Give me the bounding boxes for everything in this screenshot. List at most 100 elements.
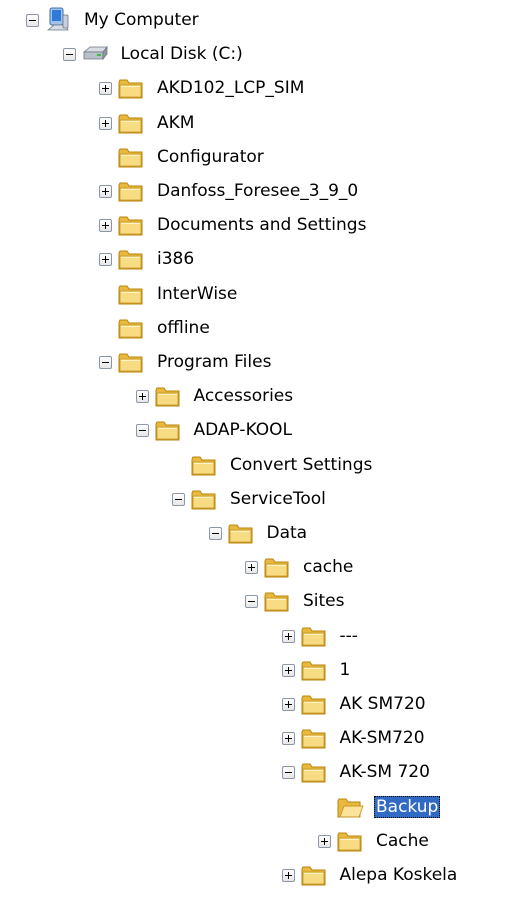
tree-node[interactable]: ADAP-KOOL xyxy=(0,416,505,444)
expand-button[interactable] xyxy=(281,663,295,677)
expand-button[interactable] xyxy=(281,698,295,711)
tree-node-label[interactable]: Backup xyxy=(374,795,441,818)
tree-node-label[interactable]: AK SM720 xyxy=(338,693,428,715)
tree-node-label[interactable]: Data xyxy=(265,522,310,544)
collapse-button[interactable] xyxy=(99,356,112,369)
tree-node-label[interactable]: Cache xyxy=(374,830,431,852)
folder-icon xyxy=(336,827,364,855)
tree-node-label[interactable]: AK-SM720 xyxy=(338,727,427,749)
tree-node-label[interactable]: InterWise xyxy=(155,283,239,305)
expand-button[interactable] xyxy=(245,561,258,575)
collapse-button[interactable] xyxy=(281,766,295,780)
expand-button[interactable] xyxy=(99,219,112,233)
tree-node-label[interactable]: My Computer xyxy=(82,9,201,31)
folder-icon xyxy=(154,382,182,410)
collapse-button[interactable] xyxy=(135,424,149,438)
tree-node-label[interactable]: AKD102_LCP_SIM xyxy=(155,77,306,99)
drive-icon xyxy=(81,40,109,68)
expand-button[interactable] xyxy=(318,834,331,848)
expand-button[interactable] xyxy=(99,185,112,198)
expand-button[interactable] xyxy=(99,82,112,96)
folder-icon xyxy=(300,724,328,752)
tree-node[interactable]: i386 xyxy=(0,245,505,273)
tree-node-label[interactable]: Danfoss_Foresee_3_9_0 xyxy=(155,180,360,202)
tree-node-label[interactable]: Local Disk (C:) xyxy=(119,43,245,65)
expand-button[interactable] xyxy=(281,869,295,882)
folder-icon xyxy=(117,74,145,102)
folder-icon xyxy=(190,485,218,513)
tree-node-label[interactable]: Sites xyxy=(301,590,347,612)
tree-node[interactable]: Sites xyxy=(0,587,505,615)
expand-button[interactable] xyxy=(281,732,295,746)
folder-icon xyxy=(117,143,145,171)
my-computer-icon xyxy=(44,6,72,34)
tree-node-label[interactable]: 1 xyxy=(338,659,353,681)
tree-node-label[interactable]: ServiceTool xyxy=(228,488,328,510)
folder-icon xyxy=(117,211,145,239)
collapse-button[interactable] xyxy=(245,595,258,609)
folder-tree: My Computer Local Disk (C:) AKD102_LCP_SIM… xyxy=(0,0,505,898)
folder-icon xyxy=(227,519,255,547)
tree-node-label[interactable]: Program Files xyxy=(155,351,273,373)
folder-icon xyxy=(117,348,145,376)
tree-node[interactable]: Accessories xyxy=(0,382,505,410)
folder-icon xyxy=(300,861,328,889)
collapse-button[interactable] xyxy=(62,48,76,62)
folder-icon xyxy=(300,622,328,650)
folder-icon xyxy=(190,451,218,479)
tree-node[interactable]: --- xyxy=(0,622,505,650)
tree-node[interactable]: AKD102_LCP_SIM xyxy=(0,74,505,102)
tree-node-label[interactable]: Configurator xyxy=(155,146,266,168)
tree-node-label[interactable]: offline xyxy=(155,317,212,339)
expand-button[interactable] xyxy=(99,253,112,267)
folder-icon xyxy=(117,245,145,273)
tree-node[interactable]: cache xyxy=(0,553,505,581)
expand-button[interactable] xyxy=(99,116,112,130)
tree-node[interactable]: AK SM720 xyxy=(0,690,505,718)
folder-icon xyxy=(300,690,328,718)
tree-node[interactable]: Program Files xyxy=(0,348,505,376)
tree-node[interactable]: My Computer xyxy=(0,6,505,34)
collapse-button[interactable] xyxy=(26,14,39,27)
tree-node-label[interactable]: AKM xyxy=(155,112,196,134)
folder-icon xyxy=(263,553,291,581)
folder-icon xyxy=(117,280,145,308)
expand-button[interactable] xyxy=(135,390,149,404)
tree-node[interactable]: AKM xyxy=(0,109,505,137)
collapse-button[interactable] xyxy=(172,492,185,506)
folder-icon xyxy=(117,177,145,205)
folder-icon xyxy=(117,109,145,137)
tree-node-label[interactable]: Convert Settings xyxy=(228,454,374,476)
folder-icon xyxy=(300,656,328,684)
tree-node-label[interactable]: AK-SM 720 xyxy=(338,761,432,783)
tree-node[interactable]: Danfoss_Foresee_3_9_0 xyxy=(0,177,505,205)
tree-node[interactable]: Cache xyxy=(0,827,505,855)
tree-node[interactable]: InterWise xyxy=(0,280,505,308)
folder-icon xyxy=(117,314,145,342)
tree-node[interactable]: Backup xyxy=(0,793,505,821)
tree-node[interactable]: Configurator xyxy=(0,143,505,171)
folder-icon xyxy=(300,758,328,786)
tree-node-label[interactable]: Documents and Settings xyxy=(155,214,368,236)
folder-icon xyxy=(263,587,291,615)
folder-icon xyxy=(154,416,182,444)
tree-node[interactable]: Documents and Settings xyxy=(0,211,505,239)
tree-node[interactable]: Local Disk (C:) xyxy=(0,40,505,68)
tree-node[interactable]: ServiceTool xyxy=(0,485,505,513)
tree-node[interactable]: Alepa Koskela xyxy=(0,861,505,889)
tree-node[interactable]: 1 xyxy=(0,656,505,684)
tree-node-label[interactable]: ADAP-KOOL xyxy=(192,419,295,441)
tree-node[interactable]: Convert Settings xyxy=(0,451,505,479)
tree-node-label[interactable]: Alepa Koskela xyxy=(338,864,460,886)
tree-node-label[interactable]: Accessories xyxy=(192,385,296,407)
expand-button[interactable] xyxy=(281,629,295,643)
collapse-button[interactable] xyxy=(208,527,222,540)
tree-node[interactable]: Data xyxy=(0,519,505,547)
tree-node[interactable]: AK-SM720 xyxy=(0,724,505,752)
tree-node[interactable]: AK-SM 720 xyxy=(0,758,505,786)
tree-node-label[interactable]: i386 xyxy=(155,248,196,270)
tree-node-label[interactable]: cache xyxy=(301,556,355,578)
folder-open-icon xyxy=(336,793,364,821)
tree-node[interactable]: offline xyxy=(0,314,505,342)
tree-node-label[interactable]: --- xyxy=(338,625,360,647)
